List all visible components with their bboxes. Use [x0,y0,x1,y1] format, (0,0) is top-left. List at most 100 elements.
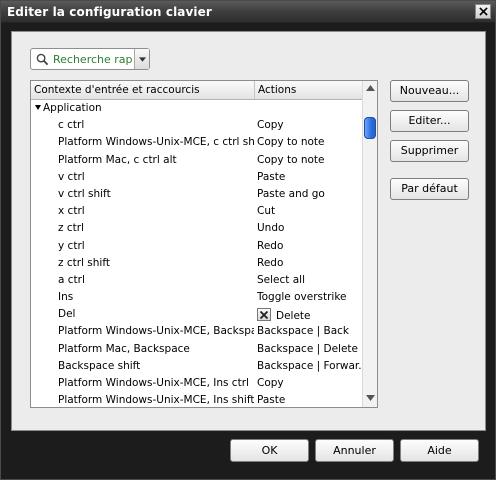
table-row[interactable]: Platform Windows-Unix-MCE, Ins ctrl Copy [31,376,363,393]
row-context-label: Platform Mac, c ctrl alt [58,153,177,166]
row-action-cell: Cut [257,205,362,217]
table-row[interactable]: Platform Mac, Backspace Backspace | Delet… [31,342,363,359]
row-action-cell: Delete [257,308,362,322]
row-action-cell: Redo [257,257,362,269]
row-action-label: Copy to note [257,153,325,166]
delete-button[interactable]: Supprimer [390,140,469,162]
row-context-cell: Platform Windows-Unix-MCE, Ins shift [58,394,254,406]
table-row[interactable]: Platform Windows-Unix-MCE, Ins shift Past… [31,393,363,407]
expand-triangle-icon[interactable] [35,105,41,110]
row-action-cell: Paste [257,394,362,406]
row-context-label: z ctrl shift [58,256,110,269]
row-context-cell: Del [58,308,254,320]
search-dropdown-button[interactable] [134,49,149,69]
row-action-label: Paste [257,394,286,407]
title-bar[interactable]: Editer la configuration clavier [1,1,495,23]
row-context-label: c ctrl [58,119,85,132]
table-row[interactable]: c ctrl Copy [31,118,363,135]
row-context-cell: Platform Windows-Unix-MCE, c ctrl shift [58,136,254,148]
row-action-cell: Backspace | Back [257,325,362,337]
scroll-up-icon[interactable] [366,85,375,91]
ok-button[interactable]: OK [230,439,309,462]
table-row[interactable]: y ctrl Redo [31,239,363,256]
row-context-cell: Platform Windows-Unix-MCE, Ins ctrl [58,377,254,389]
row-context-label: x ctrl [58,205,85,218]
row-action-cell: Copy to note [257,136,362,148]
table-row[interactable]: Backspace shift Backspace | Forwar... [31,359,363,376]
close-icon [478,7,488,16]
table-header: Contexte d'entrée et raccourcis Actions [31,81,363,100]
table-row[interactable]: z ctrl Undo [31,221,363,238]
row-context-label: v ctrl shift [58,187,111,200]
delete-x-icon [257,308,271,322]
row-context-label: z ctrl [58,222,84,235]
scrollbar-thumb[interactable] [364,117,376,139]
column-header-context[interactable]: Contexte d'entrée et raccourcis [31,81,255,99]
scroll-down-icon[interactable] [366,395,375,401]
default-button[interactable]: Par défaut [390,178,469,200]
window-title: Editer la configuration clavier [7,5,212,19]
row-context-label: Platform Mac, Backspace [58,342,190,355]
row-context-label: a ctrl [58,273,85,286]
row-context-label: Platform Windows-Unix-MCE, Ins ctrl [58,377,249,389]
table-row[interactable]: Del Delete [31,307,363,324]
content-panel: Contexte d'entrée et raccourcis Actions … [11,31,486,431]
row-action-label: Redo [257,239,284,252]
row-action-cell: Paste and go [257,188,362,200]
table-row[interactable]: Platform Windows-Unix-MCE, Backspace Back… [31,324,363,341]
search-box[interactable] [30,48,150,70]
column-header-actions[interactable]: Actions [255,81,363,99]
keyboard-config-dialog: Editer la configuration clavier Contexte… [0,0,496,480]
row-action-label: Paste and go [257,187,325,200]
row-context-label: Platform Windows-Unix-MCE, c ctrl shift [58,136,254,149]
row-context-cell: Platform Mac, c ctrl alt [58,154,254,166]
shortcuts-table: Contexte d'entrée et raccourcis Actions … [30,80,378,408]
row-action-label: Cut [257,205,276,218]
row-action-label: Copy [257,377,284,389]
table-group-row[interactable]: Application [31,101,363,118]
table-row[interactable]: a ctrl Select all [31,273,363,290]
table-row[interactable]: Ins Toggle overstrike [31,290,363,307]
table-body: Application c ctrl Copy Platform Windows-Un… [31,101,363,407]
row-context-label: y ctrl [58,239,85,252]
vertical-scrollbar[interactable] [362,81,377,407]
new-button[interactable]: Nouveau... [390,80,469,102]
table-row[interactable]: v ctrl shift Paste and go [31,187,363,204]
table-row[interactable]: x ctrl Cut [31,204,363,221]
row-context-cell: a ctrl [58,274,254,286]
search-input[interactable] [53,52,133,67]
table-row[interactable]: Platform Mac, c ctrl alt Copy to note [31,153,363,170]
table-row[interactable]: Platform Windows-Unix-MCE, c ctrl shift C… [31,135,363,152]
row-context-cell: Ins [58,291,254,303]
close-button[interactable] [475,4,491,19]
table-row[interactable]: v ctrl Paste [31,170,363,187]
row-action-cell: Redo [257,240,362,252]
row-action-cell: Backspace | Forwar... [257,360,362,372]
row-context-cell: Backspace shift [58,360,254,372]
row-context-label: Ins [58,291,74,304]
row-action-label: Toggle overstrike [257,291,347,304]
row-action-label: Backspace | Back [257,325,349,338]
edit-button[interactable]: Editer... [390,110,469,132]
row-context-cell: z ctrl shift [58,257,254,269]
row-action-label: Paste [257,170,286,183]
row-context-cell: y ctrl [58,240,254,252]
cancel-button[interactable]: Annuler [315,439,394,462]
row-action-cell: Copy [257,377,362,389]
row-context-label: Application [43,102,102,114]
row-action-label: Select all [257,273,305,286]
row-context-label: Backspace shift [58,359,141,372]
row-context-cell: c ctrl [58,119,254,131]
row-action-cell: Undo [257,222,362,234]
row-action-cell: Copy to note [257,154,362,166]
table-row[interactable]: z ctrl shift Redo [31,256,363,273]
help-button[interactable]: Aide [400,439,479,462]
row-context-cell: Platform Windows-Unix-MCE, Backspace [58,325,254,337]
row-context-cell: x ctrl [58,205,254,217]
row-action-label: Backspace | Delete ... [257,342,362,355]
row-context-cell: Application [35,102,231,114]
row-context-label: Platform Windows-Unix-MCE, Backspace [58,325,254,338]
row-action-cell: Copy [257,119,362,131]
row-context-cell: z ctrl [58,222,254,234]
row-action-label: Copy to note [257,136,325,149]
